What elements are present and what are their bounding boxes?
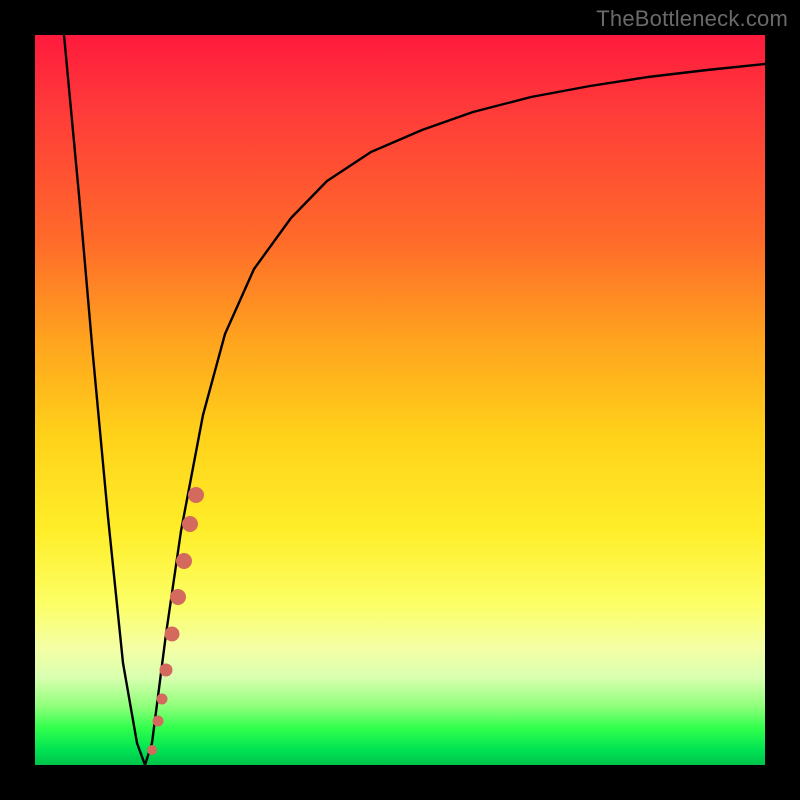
watermark-text: TheBottleneck.com — [596, 6, 788, 32]
plot-area — [35, 35, 765, 765]
curve-layer — [35, 35, 765, 765]
chart-frame: TheBottleneck.com — [0, 0, 800, 800]
bottleneck-curve — [64, 35, 765, 765]
